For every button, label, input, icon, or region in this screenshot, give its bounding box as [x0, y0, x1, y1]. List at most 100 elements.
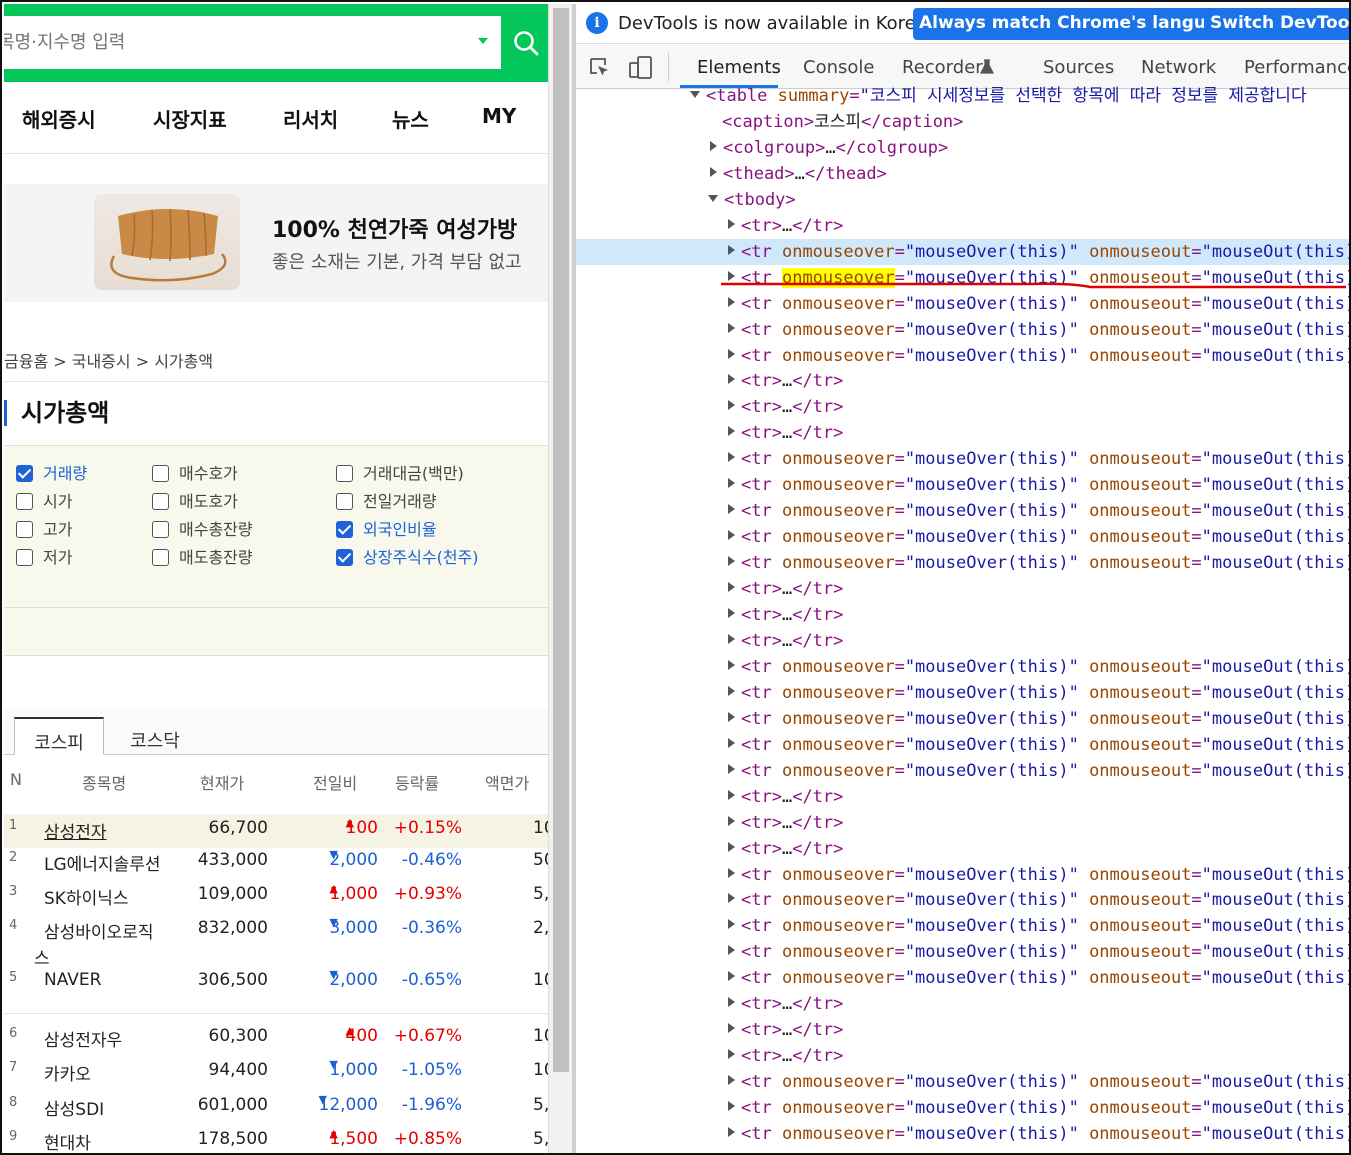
- scrollbar[interactable]: [548, 4, 572, 1153]
- option-checkbox[interactable]: 거래량: [16, 460, 87, 484]
- cell-name[interactable]: 삼성바이오로직: [44, 918, 153, 943]
- dom-node[interactable]: <tr>…</tr>: [576, 810, 1349, 836]
- dom-node[interactable]: <tr onmouseover="mouseOver(this)" onmous…: [576, 732, 1349, 758]
- dom-node[interactable]: <tr>…</tr>: [576, 836, 1349, 862]
- option-checkbox[interactable]: 상장주식수(천주): [336, 544, 479, 568]
- expand-toggle-icon[interactable]: [728, 659, 735, 670]
- expand-toggle-icon[interactable]: [728, 426, 735, 437]
- dom-node[interactable]: <tr onmouseover="mouseOver(this)" onmous…: [576, 238, 1349, 265]
- cell-name[interactable]: NAVER: [44, 970, 101, 990]
- expand-toggle-icon[interactable]: [710, 140, 717, 151]
- dom-node[interactable]: <tr onmouseover="mouseOver(this)" onmous…: [576, 680, 1349, 706]
- expand-toggle-icon[interactable]: [728, 763, 735, 774]
- search-input[interactable]: [4, 16, 464, 69]
- table-row[interactable]: 8 삼성SDI 601,000 ▼12,000 -1.96% 5,00: [4, 1093, 548, 1123]
- cell-name[interactable]: 카카오: [44, 1060, 91, 1085]
- cell-name[interactable]: SK하이닉스: [44, 884, 129, 909]
- expand-toggle-icon[interactable]: [728, 348, 735, 359]
- expand-toggle-icon[interactable]: [728, 789, 735, 800]
- dom-node[interactable]: <tr>…</tr>: [576, 213, 1349, 239]
- chevron-down-icon[interactable]: [478, 38, 488, 44]
- option-checkbox[interactable]: 매도총잔량: [152, 544, 253, 568]
- expand-toggle-icon[interactable]: [728, 815, 735, 826]
- expand-toggle-icon[interactable]: [728, 971, 735, 982]
- scroll-thumb[interactable]: [553, 8, 569, 1072]
- checked-icon[interactable]: [16, 465, 33, 482]
- nav-item[interactable]: 시장지표: [153, 104, 227, 133]
- dom-node[interactable]: <tr onmouseover="mouseOver(this)" onmous…: [576, 343, 1349, 369]
- expand-toggle-icon[interactable]: [728, 400, 735, 411]
- unchecked-icon[interactable]: [152, 521, 169, 538]
- dom-node[interactable]: <tr>…</tr>: [576, 602, 1349, 628]
- expand-toggle-icon[interactable]: [728, 1101, 735, 1112]
- dom-node[interactable]: <tr onmouseover="mouseOver(this)" onmous…: [576, 472, 1349, 498]
- expand-toggle-icon[interactable]: [728, 582, 735, 593]
- dom-node[interactable]: <tr onmouseover="mouseOver(this)" onmous…: [576, 446, 1349, 472]
- breadcrumb[interactable]: 금융홈 > 국내증시 > 시가총액: [4, 348, 213, 372]
- expand-toggle-icon[interactable]: [728, 1049, 735, 1060]
- expand-toggle-icon[interactable]: [728, 270, 735, 281]
- option-checkbox[interactable]: 전일거래량: [336, 488, 437, 512]
- expand-toggle-icon[interactable]: [728, 893, 735, 904]
- expand-toggle-icon[interactable]: [728, 478, 735, 489]
- unchecked-icon[interactable]: [152, 549, 169, 566]
- expand-toggle-icon[interactable]: [728, 737, 735, 748]
- unchecked-icon[interactable]: [16, 549, 33, 566]
- expand-toggle-icon[interactable]: [728, 945, 735, 956]
- tab-elements[interactable]: Elements: [697, 57, 781, 78]
- dom-node[interactable]: <tr onmouseover="mouseOver(this)" onmous…: [576, 887, 1349, 913]
- cell-name[interactable]: 삼성전자우: [44, 1026, 122, 1051]
- unchecked-icon[interactable]: [152, 465, 169, 482]
- cell-name[interactable]: 삼성SDI: [44, 1095, 104, 1120]
- dom-node[interactable]: <tr onmouseover="mouseOver(this)" onmous…: [576, 498, 1349, 524]
- checked-icon[interactable]: [336, 549, 353, 566]
- table-row[interactable]: 5 NAVER 306,500 ▼2,000 -0.65% 10: [4, 968, 548, 998]
- unchecked-icon[interactable]: [16, 521, 33, 538]
- table-row[interactable]: 3 SK하이닉스 109,000 ▲1,000 +0.93% 5,00: [4, 882, 548, 912]
- option-checkbox[interactable]: 외국인비율: [336, 516, 437, 540]
- expand-toggle-icon[interactable]: [728, 322, 735, 333]
- tab-performance[interactable]: Performance: [1244, 57, 1349, 78]
- dom-node[interactable]: <tr onmouseover="mouseOver(this)" onmous…: [576, 913, 1349, 939]
- expand-toggle-icon[interactable]: [728, 1075, 735, 1086]
- tab-kosdaq[interactable]: 코스닥: [110, 717, 200, 755]
- unchecked-icon[interactable]: [336, 465, 353, 482]
- dom-node[interactable]: <tr onmouseover="mouseOver(this)" onmous…: [576, 706, 1349, 732]
- dom-node[interactable]: <tr onmouseover="mouseOver(this)" onmous…: [576, 862, 1349, 888]
- expand-toggle-icon[interactable]: [728, 633, 735, 644]
- nav-item[interactable]: 리서치: [283, 104, 338, 133]
- expand-toggle-icon[interactable]: [708, 194, 718, 202]
- option-checkbox[interactable]: 매수호가: [152, 460, 238, 484]
- dom-node[interactable]: <tr onmouseover="mouseOver(this)" onmous…: [576, 1121, 1349, 1147]
- dom-node[interactable]: <caption>코스피</caption>: [576, 109, 1349, 135]
- expand-toggle-icon[interactable]: [728, 711, 735, 722]
- expand-toggle-icon[interactable]: [728, 919, 735, 930]
- dom-node[interactable]: <colgroup>…</colgroup>: [576, 135, 1349, 161]
- search-button[interactable]: [501, 16, 548, 69]
- expand-toggle-icon[interactable]: [728, 374, 735, 385]
- expand-toggle-icon[interactable]: [728, 841, 735, 852]
- dom-node[interactable]: <tr onmouseover="mouseOver(this)" onmous…: [576, 1069, 1349, 1095]
- table-row[interactable]: 7 카카오 94,400 ▼1,000 -1.05% 10: [4, 1058, 548, 1088]
- table-row[interactable]: 2 LG에너지솔루션 433,000 ▼2,000 -0.46% 50: [4, 848, 548, 878]
- dom-node[interactable]: <tr onmouseover="mouseOver(this)" onmous…: [576, 524, 1349, 550]
- cell-name[interactable]: LG에너지솔루션: [44, 850, 160, 875]
- unchecked-icon[interactable]: [336, 493, 353, 510]
- dom-node[interactable]: <tr onmouseover="mouseOver(this)" onmous…: [576, 550, 1349, 576]
- unchecked-icon[interactable]: [16, 493, 33, 510]
- expand-toggle-icon[interactable]: [710, 166, 717, 177]
- expand-toggle-icon[interactable]: [728, 218, 735, 229]
- tab-console[interactable]: Console: [803, 57, 874, 78]
- dom-node[interactable]: <tr onmouseover="mouseOver(this)" onmous…: [576, 317, 1349, 343]
- dom-node[interactable]: <tr>…</tr>: [576, 420, 1349, 446]
- dom-node[interactable]: <tr>…</tr>: [576, 784, 1349, 810]
- expand-toggle-icon[interactable]: [728, 244, 735, 255]
- table-row[interactable]: 4 삼성바이오로직스 832,000 ▼3,000 -0.36% 2,50: [4, 916, 548, 969]
- nav-item[interactable]: MY: [482, 104, 516, 128]
- switch-devtools-button[interactable]: Switch DevTools t: [1204, 8, 1349, 40]
- option-checkbox[interactable]: 시가: [16, 488, 72, 512]
- dom-node[interactable]: <tr onmouseover="mouseOver(this)" onmous…: [576, 1095, 1349, 1121]
- option-checkbox[interactable]: 거래대금(백만): [336, 460, 464, 484]
- dom-node[interactable]: <tr>…</tr>: [576, 991, 1349, 1017]
- expand-toggle-icon[interactable]: [728, 1127, 735, 1137]
